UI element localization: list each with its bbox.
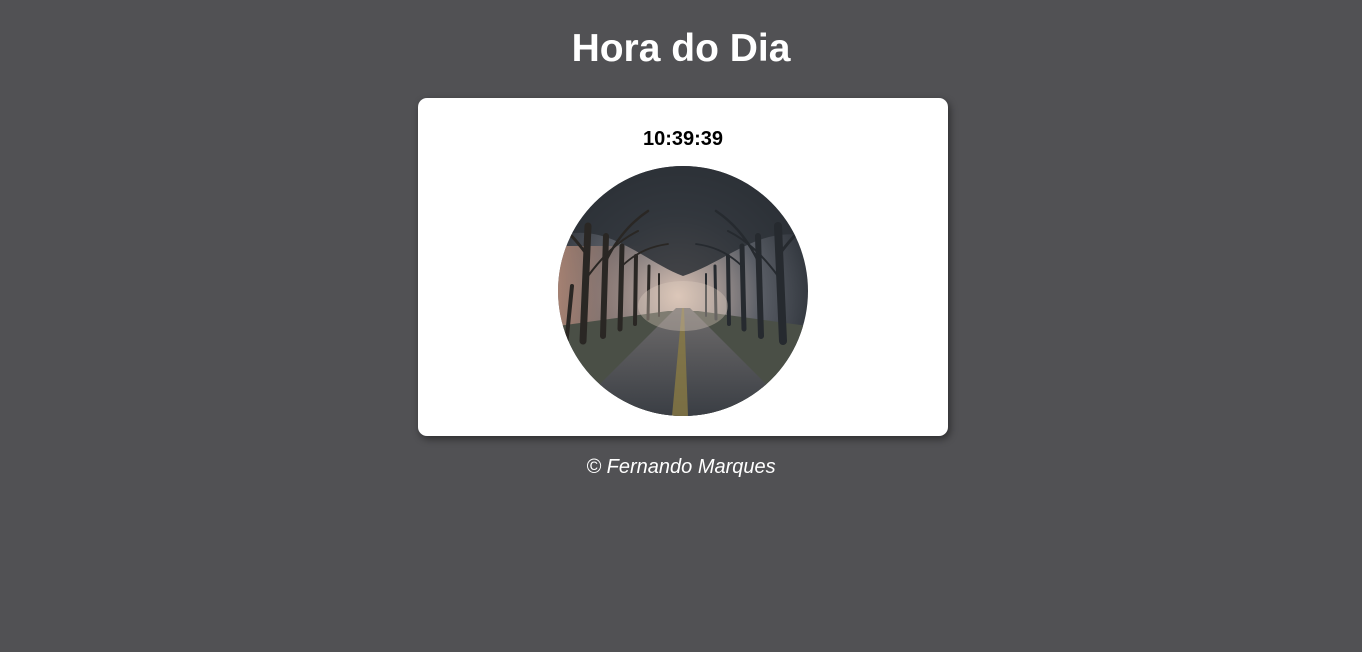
footer-credit: © Fernando Marques: [586, 456, 776, 478]
foggy-road-image: [558, 166, 808, 416]
clock-card: 10:39:39: [418, 98, 948, 436]
clock-time: 10:39:39: [642, 128, 724, 150]
page-title: Hora do Dia: [571, 27, 791, 70]
time-of-day-photo: [558, 166, 808, 416]
